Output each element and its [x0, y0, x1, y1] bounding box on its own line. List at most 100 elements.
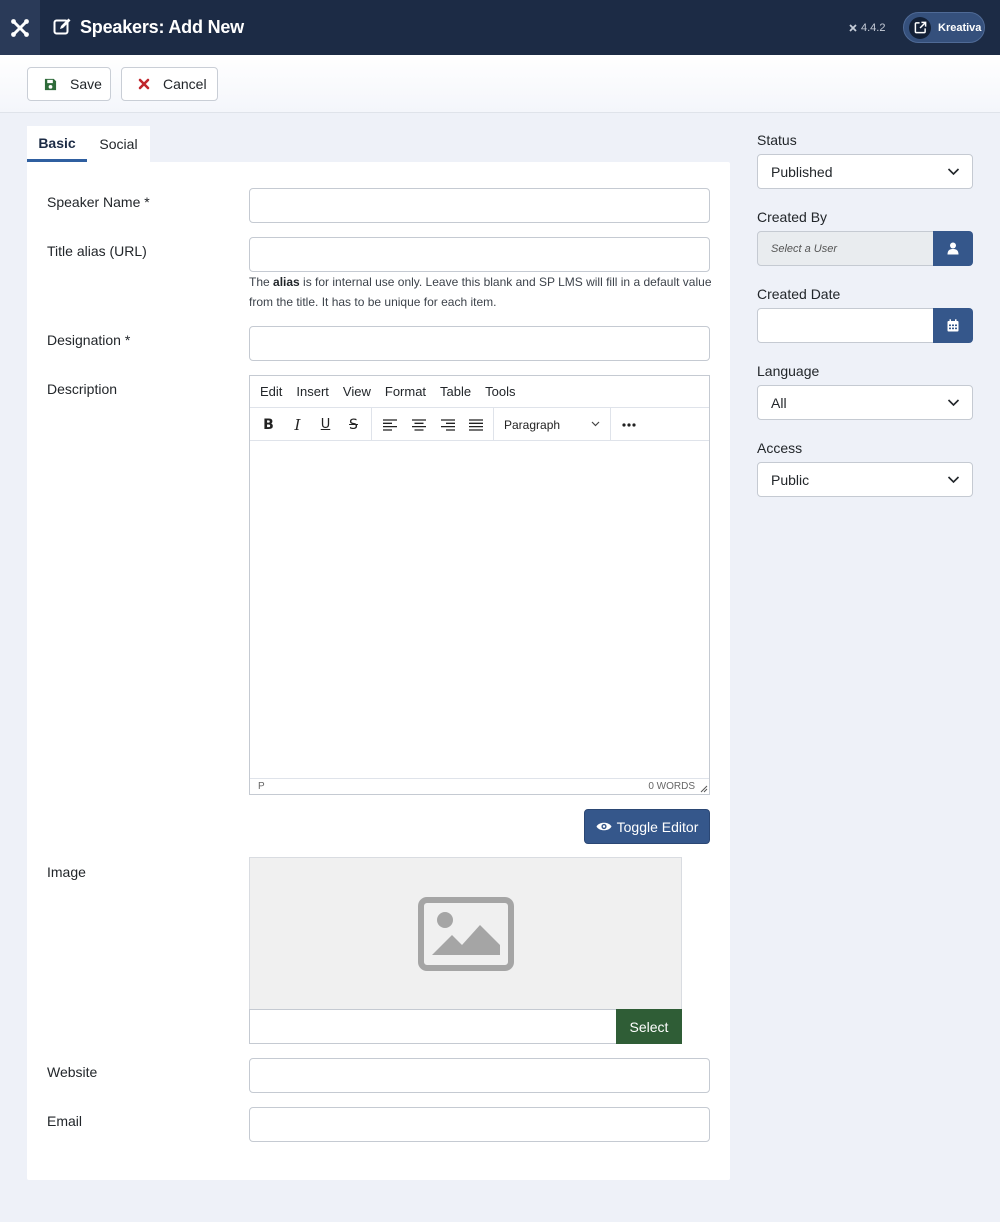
alias-help-pre: The [249, 275, 274, 289]
title-alias-input[interactable] [249, 237, 710, 272]
joomla-small-icon [849, 23, 857, 32]
external-link-icon [909, 16, 931, 39]
website-input[interactable] [249, 1058, 710, 1093]
designation-input[interactable] [249, 326, 710, 361]
description-label: Description [47, 381, 118, 397]
image-select-label: Select [629, 1018, 669, 1035]
language-value: All [771, 394, 787, 411]
save-label: Save [70, 76, 102, 92]
menu-table[interactable]: Table [440, 384, 471, 399]
email-input[interactable] [249, 1107, 710, 1142]
tab-social[interactable]: Social [87, 126, 150, 162]
align-right-button[interactable] [433, 408, 462, 441]
menu-view[interactable]: View [343, 384, 371, 399]
strikethrough-button[interactable]: S [339, 408, 368, 441]
image-path-input[interactable] [249, 1009, 617, 1044]
align-justify-button[interactable] [461, 408, 490, 441]
image-label: Image [47, 864, 86, 880]
cancel-button[interactable]: Cancel [121, 67, 218, 101]
editor-menubar: Edit Insert View Format Table Tools [250, 376, 709, 408]
align-center-button[interactable] [404, 408, 433, 441]
strikethrough-icon: S [349, 416, 358, 433]
align-right-icon [440, 418, 455, 431]
more-options-button[interactable] [614, 408, 643, 441]
created-date-input[interactable] [757, 308, 934, 343]
underline-icon: U [320, 417, 331, 432]
page-title: Speakers: Add New [80, 17, 244, 37]
block-format-select[interactable]: Paragraph [504, 408, 608, 441]
tab-basic-label: Basic [38, 134, 76, 151]
calendar-icon [947, 319, 959, 332]
align-left-button[interactable] [375, 408, 404, 441]
menu-edit[interactable]: Edit [260, 384, 282, 399]
close-icon [138, 78, 150, 90]
toggle-editor-label: Toggle Editor [616, 818, 699, 835]
select-user-button[interactable] [933, 231, 973, 266]
alias-help-post: is for internal use only. Leave this bla… [249, 275, 712, 309]
chevron-down-icon [591, 421, 600, 427]
resize-handle-icon[interactable] [700, 785, 708, 793]
status-select[interactable]: Published [757, 154, 973, 189]
editor-toolbar: B I U S Paragraph [250, 408, 709, 441]
menu-format[interactable]: Format [385, 384, 426, 399]
save-icon [44, 78, 57, 90]
alias-help-bold: alias [273, 275, 300, 289]
created-by-label: Created By [757, 209, 828, 225]
word-count: 0 WORDS [648, 781, 695, 792]
designation-label: Designation * [47, 332, 131, 348]
title-alias-label: Title alias (URL) [47, 243, 147, 259]
bold-icon: B [263, 416, 274, 433]
joomla-logo-icon[interactable] [0, 0, 40, 55]
access-value: Public [771, 471, 810, 488]
chevron-down-icon [947, 399, 960, 407]
email-label: Email [47, 1113, 83, 1129]
user-icon [947, 242, 959, 255]
menu-insert[interactable]: Insert [296, 384, 329, 399]
image-preview [249, 857, 682, 1010]
chevron-down-icon [947, 476, 960, 484]
chevron-down-icon [947, 168, 960, 176]
action-toolbar: Save Cancel [0, 55, 1000, 113]
editor-path: P [258, 781, 265, 792]
image-select-button[interactable]: Select [616, 1009, 682, 1044]
top-header: Speakers: Add New 4.4.2 Kreativa [0, 0, 1000, 55]
calendar-button[interactable] [933, 308, 973, 343]
site-name: Kreativa [938, 21, 982, 34]
access-select[interactable]: Public [757, 462, 973, 497]
created-date-label: Created Date [757, 286, 841, 302]
image-placeholder-icon [417, 896, 514, 971]
cancel-label: Cancel [163, 76, 207, 92]
language-label: Language [757, 363, 820, 379]
website-label: Website [47, 1064, 98, 1080]
rich-text-editor: Edit Insert View Format Table Tools B I … [249, 375, 710, 795]
language-select[interactable]: All [757, 385, 973, 420]
access-label: Access [757, 440, 803, 456]
created-by-field: Select a User [757, 231, 934, 266]
italic-icon: I [294, 415, 301, 434]
version-badge: 4.4.2 [848, 0, 885, 55]
italic-button[interactable]: I [283, 408, 312, 441]
editor-statusbar: P 0 WORDS [250, 778, 709, 794]
speaker-name-label: Speaker Name * [47, 194, 150, 210]
align-center-icon [411, 418, 426, 431]
status-value: Published [771, 163, 833, 180]
edit-icon [53, 17, 72, 39]
eye-icon [596, 822, 612, 831]
created-by-placeholder: Select a User [771, 242, 838, 255]
bold-button[interactable]: B [254, 408, 283, 441]
tab-social-label: Social [99, 136, 138, 152]
align-left-icon [382, 418, 397, 431]
underline-button[interactable]: U [311, 408, 340, 441]
align-justify-icon [468, 418, 483, 431]
status-label: Status [757, 132, 797, 148]
version-text: 4.4.2 [861, 21, 886, 34]
toggle-editor-button[interactable]: Toggle Editor [584, 809, 710, 844]
speaker-name-input[interactable] [249, 188, 710, 223]
tab-basic[interactable]: Basic [27, 126, 87, 162]
alias-help-text: The alias is for internal use only. Leav… [249, 272, 714, 312]
editor-content-area[interactable] [250, 441, 709, 778]
save-button[interactable]: Save [27, 67, 111, 101]
view-site-button[interactable]: Kreativa [903, 12, 985, 43]
menu-tools[interactable]: Tools [485, 384, 515, 399]
block-format-value: Paragraph [504, 417, 561, 432]
